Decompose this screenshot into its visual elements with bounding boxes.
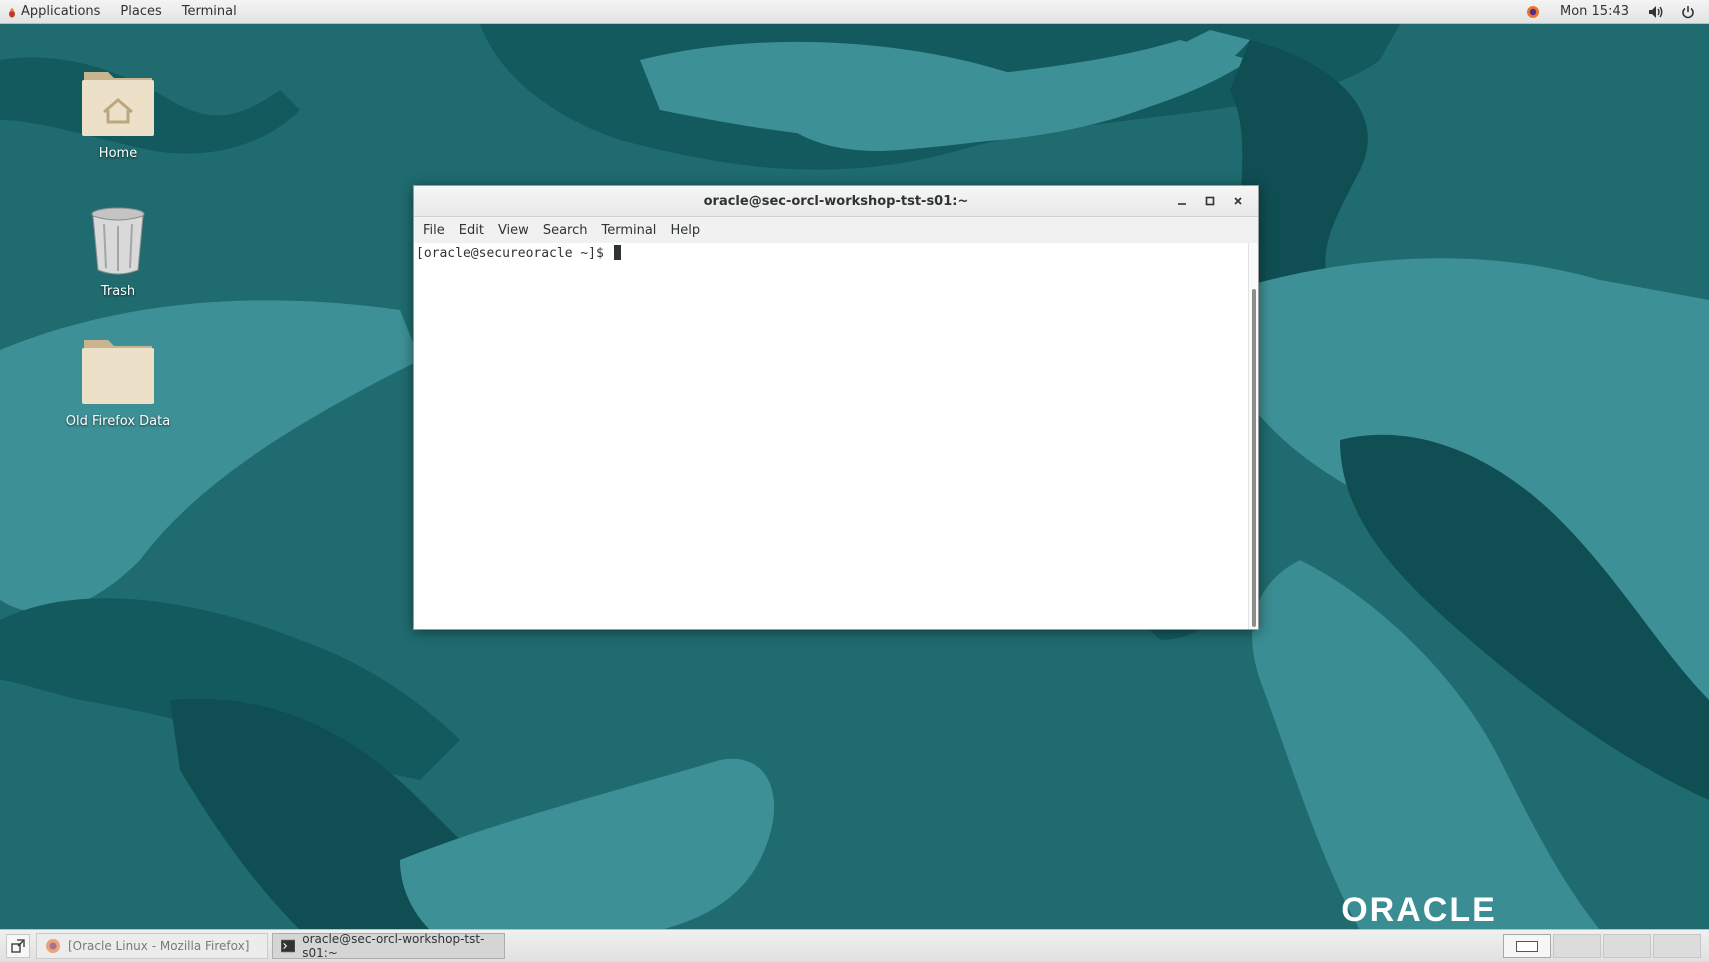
- volume-icon[interactable]: [1647, 3, 1665, 21]
- terminal-output-area[interactable]: [oracle@secureoracle ~]$: [414, 243, 1258, 629]
- firefox-icon: [46, 939, 60, 953]
- menu-search[interactable]: Search: [536, 223, 595, 238]
- clock[interactable]: Mon 15:43: [1550, 0, 1639, 24]
- desktop-icon-old-firefox-data[interactable]: Old Firefox Data: [63, 330, 173, 429]
- folder-icon: [78, 330, 158, 410]
- terminal-menubar: File Edit View Search Terminal Help: [414, 217, 1258, 244]
- terminal-window: oracle@sec-orcl-workshop-tst-s01:~ File …: [413, 185, 1259, 630]
- firefox-tray-icon[interactable]: [1524, 3, 1542, 21]
- maximize-icon: [1205, 196, 1215, 206]
- scrollbar-thumb[interactable]: [1252, 289, 1256, 627]
- show-desktop-button[interactable]: [6, 934, 30, 958]
- desktop-icon-label: Home: [98, 146, 138, 161]
- applications-menu[interactable]: Applications: [21, 0, 110, 24]
- window-title: oracle@sec-orcl-workshop-tst-s01:~: [703, 193, 969, 209]
- terminal-scrollbar[interactable]: [1248, 243, 1258, 629]
- desktop-icon-label: Trash: [100, 284, 136, 299]
- taskbar-item-firefox[interactable]: [Oracle Linux - Mozilla Firefox]: [36, 933, 268, 959]
- workspace-2[interactable]: [1553, 934, 1601, 958]
- workspace-4[interactable]: [1653, 934, 1701, 958]
- trash-icon: [78, 200, 158, 280]
- text-cursor: [613, 245, 621, 260]
- workspace-switcher: [1503, 934, 1709, 958]
- workspace-1[interactable]: [1503, 934, 1551, 958]
- desktop-icon-label: Old Firefox Data: [65, 414, 171, 429]
- window-titlebar[interactable]: oracle@sec-orcl-workshop-tst-s01:~: [414, 186, 1258, 217]
- oracle-logo: ORACLE: [1341, 891, 1497, 925]
- bottom-panel: [Oracle Linux - Mozilla Firefox] oracle@…: [0, 929, 1709, 962]
- close-icon: [1234, 197, 1242, 205]
- taskbar-item-terminal[interactable]: oracle@sec-orcl-workshop-tst-s01:~: [272, 932, 505, 960]
- menu-help[interactable]: Help: [663, 223, 707, 238]
- taskbar-item-label: oracle@sec-orcl-workshop-tst-s01:~: [302, 932, 485, 960]
- desktop-icon-home[interactable]: Home: [63, 62, 173, 161]
- show-desktop-icon: [11, 939, 25, 953]
- close-button[interactable]: [1224, 189, 1252, 213]
- oracle-logo-text: ORACLE: [1341, 891, 1497, 925]
- menu-view[interactable]: View: [491, 223, 536, 238]
- shell-prompt: [oracle@secureoracle ~]$: [416, 246, 612, 261]
- taskbar-item-label: [Oracle Linux - Mozilla Firefox]: [68, 939, 250, 953]
- applications-icon: [8, 7, 16, 17]
- home-folder-icon: [78, 62, 158, 142]
- workspace-3[interactable]: [1603, 934, 1651, 958]
- terminal-app-menu[interactable]: Terminal: [172, 0, 247, 24]
- desktop-icon-trash[interactable]: Trash: [63, 200, 173, 299]
- places-menu[interactable]: Places: [110, 0, 171, 24]
- menu-terminal[interactable]: Terminal: [594, 223, 663, 238]
- menu-edit[interactable]: Edit: [452, 223, 491, 238]
- menu-file[interactable]: File: [416, 223, 452, 238]
- workspace-window-thumbnail: [1516, 940, 1538, 952]
- power-icon[interactable]: [1679, 3, 1697, 21]
- maximize-button[interactable]: [1196, 189, 1224, 213]
- top-panel: Applications Places Terminal Mon 15:43: [0, 0, 1709, 24]
- minimize-button[interactable]: [1168, 189, 1196, 213]
- minimize-icon: [1178, 203, 1186, 205]
- terminal-icon: [281, 939, 296, 953]
